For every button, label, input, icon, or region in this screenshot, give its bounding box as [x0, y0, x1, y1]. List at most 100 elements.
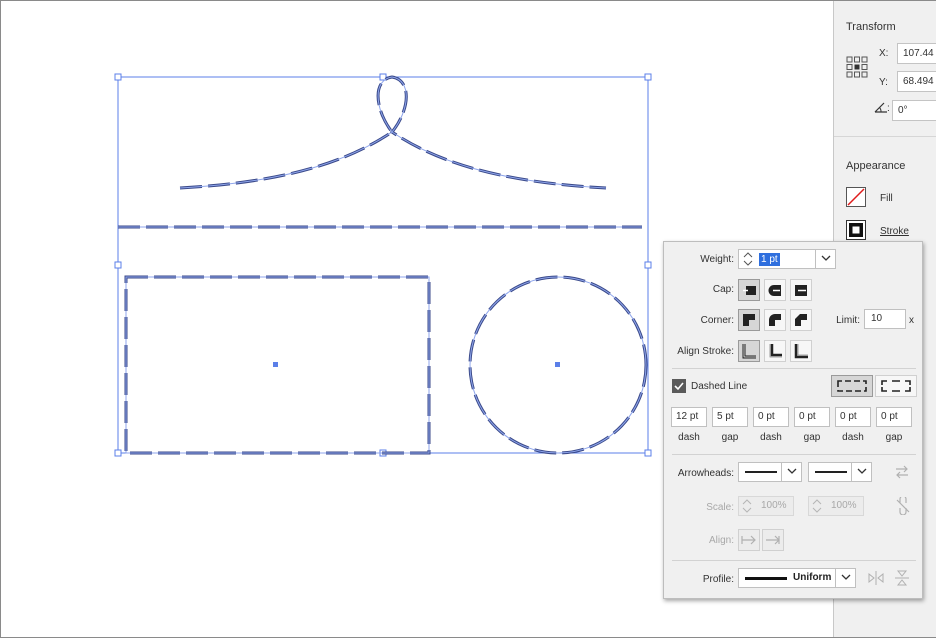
scale-label: Scale: — [706, 502, 734, 513]
stepper-icon — [812, 499, 822, 513]
dash-1-label: dash — [678, 432, 700, 443]
round-join-icon — [769, 314, 781, 326]
arrowhead-none-preview — [815, 471, 847, 473]
arrowhead-none-preview — [745, 471, 777, 473]
start-scale-field[interactable]: 100% — [738, 496, 794, 516]
corner-label: Corner: — [700, 315, 734, 326]
dash-3-label: dash — [842, 432, 864, 443]
align-stroke-outside-button[interactable] — [790, 340, 812, 362]
dash-1-field[interactable]: 12 pt — [671, 407, 707, 427]
section-separator — [672, 560, 916, 561]
gap-2-field[interactable]: 0 pt — [794, 407, 830, 427]
stroke-label[interactable]: Stroke — [880, 226, 909, 237]
butt-cap-button[interactable] — [738, 279, 760, 301]
transform-section-title: Transform — [846, 21, 896, 33]
gap-3-label: gap — [885, 432, 903, 443]
align-arrowheads-label: Align: — [708, 535, 734, 546]
arrow-tip-beyond-end-button[interactable] — [738, 529, 760, 551]
align-outside-icon — [794, 344, 808, 359]
align-dashes-to-corners-button[interactable] — [875, 375, 917, 397]
y-position-field[interactable]: 68.494 — [897, 71, 936, 92]
align-inside-icon — [769, 344, 782, 358]
weight-dropdown-button[interactable] — [815, 249, 835, 269]
weight-stepper-icon[interactable] — [743, 251, 753, 267]
chevron-down-icon — [787, 468, 797, 474]
dashed-rectangle[interactable] — [124, 275, 431, 455]
weight-value[interactable]: 1 pt — [759, 253, 780, 266]
chevron-down-icon — [841, 574, 851, 580]
round-join-button[interactable] — [764, 309, 786, 331]
limit-label: Limit: — [836, 315, 860, 326]
circle-center-point — [555, 362, 560, 367]
flip-along-icon[interactable] — [867, 570, 885, 586]
dash-corners-aligned-icon — [881, 380, 911, 392]
dash-2-label: dash — [760, 432, 782, 443]
dash-2-field[interactable]: 0 pt — [753, 407, 789, 427]
dashed-line-label: Dashed Line — [691, 381, 748, 392]
start-scale-value: 100% — [761, 500, 787, 511]
round-cap-icon — [768, 285, 781, 296]
y-label: Y: — [879, 77, 888, 88]
selection-bounding-box — [117, 76, 649, 454]
profile-uniform-preview — [745, 577, 787, 580]
projecting-cap-button[interactable] — [790, 279, 812, 301]
profile-dropdown-button[interactable] — [835, 568, 855, 588]
width-profile-select[interactable]: Uniform — [738, 568, 856, 588]
end-arrowhead-select[interactable] — [808, 462, 872, 482]
flip-across-icon[interactable] — [894, 570, 910, 586]
section-separator — [672, 454, 916, 455]
appearance-section-title: Appearance — [846, 160, 906, 172]
chevron-down-icon — [857, 468, 867, 474]
x-position-field[interactable]: 107.44 — [897, 43, 936, 64]
loop-curve-shape[interactable] — [179, 75, 607, 190]
stroke-options-popover: Weight: 1 pt Cap: Corner: Limit: 10 x Al… — [663, 241, 923, 599]
profile-value: Uniform — [793, 572, 832, 583]
miter-limit-field[interactable]: 10 — [864, 309, 906, 329]
miter-join-button[interactable] — [738, 309, 760, 331]
weight-combobox[interactable]: 1 pt — [738, 249, 836, 269]
swap-arrowheads-icon[interactable] — [894, 465, 910, 479]
preserve-dash-lengths-button[interactable] — [831, 375, 873, 397]
dashed-circle[interactable] — [468, 275, 648, 455]
gap-3-field[interactable]: 0 pt — [876, 407, 912, 427]
end-arrowhead-dropdown[interactable] — [851, 462, 871, 482]
reference-point-icon[interactable] — [846, 56, 868, 78]
gap-2-label: gap — [803, 432, 821, 443]
chevron-down-icon — [821, 255, 831, 261]
align-stroke-label: Align Stroke: — [677, 346, 734, 357]
start-arrowhead-dropdown[interactable] — [781, 462, 801, 482]
dashed-line-checkbox[interactable] — [672, 379, 686, 393]
unlink-scale-icon[interactable] — [895, 497, 911, 515]
rotate-angle-icon — [874, 102, 887, 113]
fill-label: Fill — [880, 193, 893, 204]
bevel-join-icon — [795, 314, 807, 326]
selection-handles[interactable] — [114, 73, 652, 457]
end-scale-field[interactable]: 100% — [808, 496, 864, 516]
rotation-angle-field[interactable]: 0° — [892, 100, 936, 121]
start-arrowhead-select[interactable] — [738, 462, 802, 482]
align-stroke-inside-button[interactable] — [764, 340, 786, 362]
gap-1-label: gap — [721, 432, 739, 443]
x-label: X: — [879, 48, 889, 59]
arrowheads-label: Arrowheads: — [677, 468, 734, 479]
projecting-cap-icon — [795, 285, 807, 296]
stepper-icon — [742, 499, 752, 513]
gap-1-field[interactable]: 5 pt — [712, 407, 748, 427]
dash-3-field[interactable]: 0 pt — [835, 407, 871, 427]
round-cap-button[interactable] — [764, 279, 786, 301]
align-stroke-center-button[interactable] — [738, 340, 760, 362]
panel-divider — [834, 136, 936, 137]
section-separator — [672, 368, 916, 369]
bevel-join-button[interactable] — [790, 309, 812, 331]
arrow-beyond-icon — [741, 535, 756, 545]
arrow-at-end-icon — [766, 535, 780, 545]
cap-label: Cap: — [712, 284, 734, 295]
stroke-swatch-icon[interactable] — [846, 220, 866, 240]
arrow-tip-at-end-button[interactable] — [762, 529, 784, 551]
profile-label: Profile: — [702, 574, 734, 585]
rectangle-center-point — [273, 362, 278, 367]
fill-none-swatch-icon[interactable] — [846, 187, 866, 207]
limit-unit: x — [909, 315, 914, 326]
butt-cap-icon — [743, 286, 756, 295]
dash-corners-exact-icon — [837, 380, 867, 392]
